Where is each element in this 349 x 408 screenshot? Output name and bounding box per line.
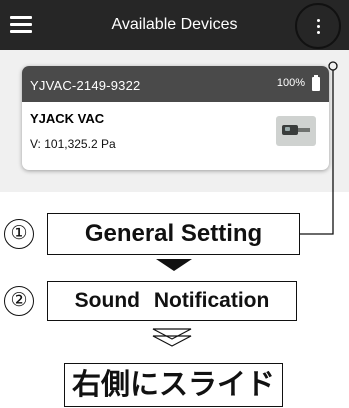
battery-percentage: 100% — [276, 77, 305, 89]
app-bar-title: Available Devices — [111, 16, 238, 33]
step-1-number: ① — [4, 219, 34, 249]
arrow-down-outline-1 — [152, 328, 192, 340]
app-screenshot: Available Devices YJVAC-2149-9322 100% Y… — [0, 0, 349, 192]
device-pressure-value: V: 101,325.2 Pa — [30, 137, 116, 151]
arrow-down-outline-2 — [152, 335, 192, 347]
device-card-header: YJVAC-2149-9322 100% — [22, 66, 329, 102]
more-options-icon[interactable] — [306, 14, 330, 38]
slide-right-instruction: 右側にスライド — [64, 363, 283, 407]
device-thumbnail — [276, 116, 316, 146]
device-card[interactable]: YJVAC-2149-9322 100% YJACK VAC V: 101,32… — [22, 66, 329, 170]
step-2-number: ② — [4, 286, 34, 316]
device-name: YJACK VAC — [30, 111, 105, 126]
step-1-label: General Setting — [47, 213, 300, 255]
step-2-label: Sound Notification — [47, 281, 297, 321]
arrow-down-solid — [156, 259, 192, 271]
app-bar: Available Devices — [0, 0, 349, 50]
battery-full-icon — [312, 75, 320, 91]
device-serial: YJVAC-2149-9322 — [30, 78, 141, 93]
